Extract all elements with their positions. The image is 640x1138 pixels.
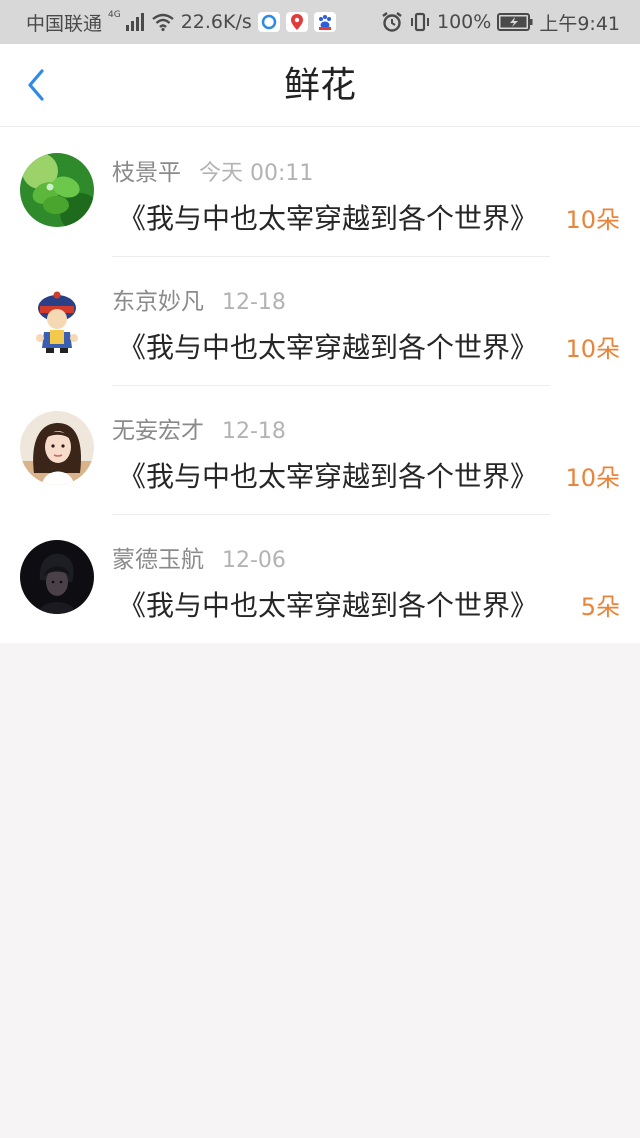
flower-count: 5朵 — [580, 593, 620, 621]
battery-percent-label: 100% — [437, 11, 492, 33]
list-item[interactable]: 枝景平 今天 00:11 《我与中也太宰穿越到各个世界》 10朵 — [0, 127, 640, 256]
cartoon-qing-official — [20, 282, 94, 356]
page-title: 鲜花 — [283, 65, 356, 106]
dark-portrait-photo — [20, 540, 94, 614]
avatar[interactable] — [20, 411, 94, 485]
flower-gift-list: 枝景平 今天 00:11 《我与中也太宰穿越到各个世界》 10朵 东京妙凡 12… — [0, 127, 640, 643]
gift-time: 12-06 — [222, 548, 286, 573]
carrier-label: 中国联通 — [26, 12, 103, 35]
vibrate-icon — [411, 12, 429, 32]
clock-label: 上午9:41 — [539, 12, 620, 35]
battery-charging-icon — [497, 13, 533, 31]
sender-name: 无妄宏才 — [112, 418, 204, 444]
sender-name: 蒙德玉航 — [112, 547, 204, 573]
map-pin-app-icon — [285, 12, 308, 32]
flower-count: 10朵 — [565, 464, 620, 492]
gift-time: 12-18 — [222, 290, 286, 315]
sender-name: 枝景平 — [112, 160, 181, 186]
signal-icon — [125, 13, 144, 31]
flower-count: 10朵 — [565, 335, 620, 363]
girl-portrait-photo — [20, 411, 94, 485]
network-type-label: 4G — [108, 10, 121, 20]
avatar[interactable] — [20, 540, 94, 614]
navigation-bar: 鲜花 — [0, 44, 640, 127]
avatar[interactable] — [20, 153, 94, 227]
alarm-icon — [382, 12, 402, 32]
baidu-app-icon — [313, 12, 336, 32]
clover-leaf-photo — [20, 153, 94, 227]
gift-time: 12-18 — [222, 419, 286, 444]
list-item[interactable]: 蒙德玉航 12-06 《我与中也太宰穿越到各个世界》 5朵 — [0, 514, 640, 643]
book-title: 《我与中也太宰穿越到各个世界》 — [118, 589, 539, 622]
gift-time: 今天 00:11 — [199, 161, 314, 186]
avatar[interactable] — [20, 282, 94, 356]
wifi-icon — [151, 13, 174, 31]
status-bar: 中国联通 4G 22.6K/s 100% 上午9:41 — [0, 0, 640, 44]
net-speed-label: 22.6K/s — [180, 11, 252, 33]
list-item[interactable]: 无妄宏才 12-18 《我与中也太宰穿越到各个世界》 10朵 — [0, 385, 640, 514]
browser-app-icon — [257, 12, 280, 32]
list-item[interactable]: 东京妙凡 12-18 《我与中也太宰穿越到各个世界》 10朵 — [0, 256, 640, 385]
book-title: 《我与中也太宰穿越到各个世界》 — [118, 460, 539, 493]
flower-count: 10朵 — [565, 206, 620, 234]
book-title: 《我与中也太宰穿越到各个世界》 — [118, 331, 539, 364]
book-title: 《我与中也太宰穿越到各个世界》 — [118, 202, 539, 235]
sender-name: 东京妙凡 — [112, 289, 204, 315]
